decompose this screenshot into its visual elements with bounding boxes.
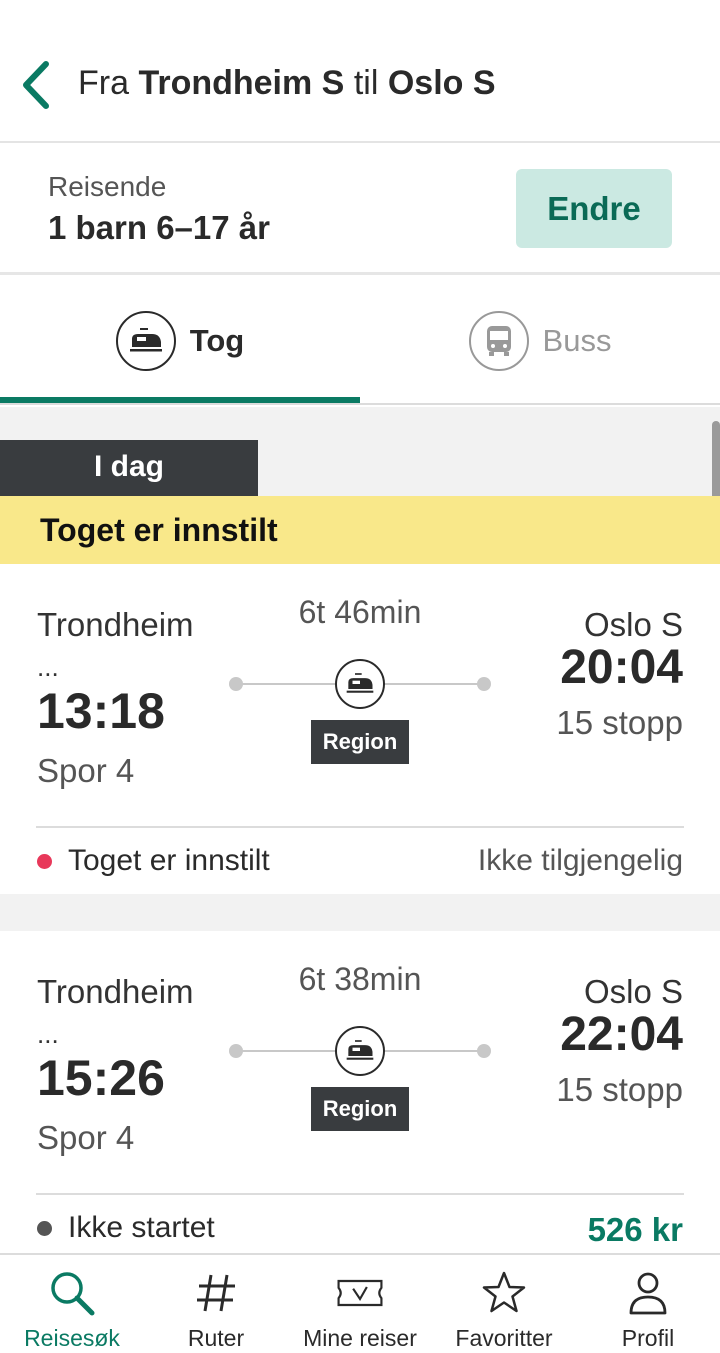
to-station: Oslo S bbox=[583, 973, 683, 1010]
title-prefix: Fra bbox=[78, 64, 129, 102]
nav-item-ruter[interactable]: Ruter bbox=[144, 1255, 288, 1353]
route-start-dot bbox=[229, 1044, 243, 1058]
duration: 6t 38min bbox=[298, 961, 422, 997]
product-badge: Region bbox=[311, 1087, 409, 1131]
track: Spor 4 bbox=[37, 1119, 135, 1156]
from-station: Trondheim bbox=[37, 973, 194, 1010]
transport-tabs: Tog Buss bbox=[0, 278, 720, 405]
title-to-station: Oslo S bbox=[387, 64, 496, 102]
nav-item-reisesok[interactable]: Reisesøk bbox=[0, 1255, 144, 1353]
tab-train-label: Tog bbox=[189, 322, 245, 358]
departure-time: 15:26 bbox=[37, 1050, 165, 1106]
nav-label: Ruter bbox=[187, 1325, 245, 1351]
status-text: Ikke startet bbox=[68, 1211, 215, 1244]
trip-card[interactable]: Trondheim ... 13:18 Spor 4 6t 46min Regi… bbox=[0, 564, 720, 894]
star-icon bbox=[480, 1269, 528, 1317]
route-end-dot bbox=[477, 1044, 491, 1058]
tab-bus[interactable]: Buss bbox=[360, 278, 720, 403]
from-station-ellipsis: ... bbox=[37, 652, 59, 682]
card-divider bbox=[36, 826, 684, 828]
status-dot bbox=[37, 1221, 52, 1236]
results-list[interactable]: I dag Toget er innstilt Trondheim ... 13… bbox=[0, 407, 720, 1253]
track: Spor 4 bbox=[37, 752, 135, 789]
tab-bus-label: Buss bbox=[542, 322, 612, 358]
chevron-left-icon bbox=[23, 61, 49, 109]
bus-icon bbox=[468, 310, 529, 371]
train-icon bbox=[115, 310, 176, 371]
title-mid: til bbox=[353, 64, 379, 102]
from-station-ellipsis: ... bbox=[37, 1019, 59, 1049]
back-button[interactable] bbox=[14, 58, 58, 112]
availability-text: Ikke tilgjengelig bbox=[477, 844, 683, 877]
day-header: I dag bbox=[0, 440, 258, 496]
train-icon bbox=[335, 659, 385, 709]
alert-banner: Toget er innstilt bbox=[0, 496, 720, 564]
price: 526 kr bbox=[587, 1211, 683, 1248]
nav-item-profil[interactable]: Profil bbox=[576, 1255, 720, 1353]
route-end-dot bbox=[477, 677, 491, 691]
change-travellers-button[interactable]: Endre bbox=[516, 169, 672, 248]
arrival-time: 20:04 bbox=[560, 641, 683, 694]
nav-label: Reisesøk bbox=[24, 1325, 120, 1351]
train-icon bbox=[335, 1026, 385, 1076]
stops-count: 15 stopp bbox=[556, 704, 683, 741]
nav-label: Favoritter bbox=[455, 1325, 553, 1351]
tab-train[interactable]: Tog bbox=[0, 278, 360, 403]
travellers-section: Reisende 1 barn 6–17 år Endre bbox=[0, 145, 720, 275]
card-divider bbox=[36, 1193, 684, 1195]
nav-item-mine-reiser[interactable]: Mine reiser bbox=[288, 1255, 432, 1353]
status-dot bbox=[37, 854, 52, 869]
status-text: Toget er innstilt bbox=[68, 844, 270, 877]
product-badge: Region bbox=[311, 720, 409, 764]
selected-tab-indicator bbox=[0, 397, 360, 403]
top-app-bar: Fra Trondheim S til Oslo S bbox=[0, 0, 720, 143]
bottom-navigation: Reisesøk Ruter Mine reiser Favoritter Pr… bbox=[0, 1253, 720, 1353]
nav-label: Profil bbox=[621, 1325, 675, 1351]
nav-item-favoritter[interactable]: Favoritter bbox=[432, 1255, 576, 1353]
to-station: Oslo S bbox=[583, 606, 683, 643]
arrival-time: 22:04 bbox=[560, 1008, 683, 1061]
from-station: Trondheim bbox=[37, 606, 194, 643]
duration: 6t 46min bbox=[298, 594, 422, 630]
route-start-dot bbox=[229, 677, 243, 691]
stops-count: 15 stopp bbox=[556, 1071, 683, 1108]
person-icon bbox=[624, 1269, 672, 1317]
trip-card[interactable]: Trondheim ... 15:26 Spor 4 6t 38min Regi… bbox=[0, 931, 720, 1253]
travellers-label: Reisende bbox=[48, 171, 167, 202]
travellers-value: 1 barn 6–17 år bbox=[48, 209, 270, 246]
page-title: Fra Trondheim S til Oslo S bbox=[78, 64, 496, 103]
search-icon bbox=[48, 1269, 96, 1317]
title-from-station: Trondheim S bbox=[138, 64, 345, 102]
hash-icon bbox=[192, 1269, 240, 1317]
nav-label: Mine reiser bbox=[303, 1325, 417, 1351]
ticket-icon bbox=[336, 1269, 384, 1317]
departure-time: 13:18 bbox=[37, 683, 165, 739]
